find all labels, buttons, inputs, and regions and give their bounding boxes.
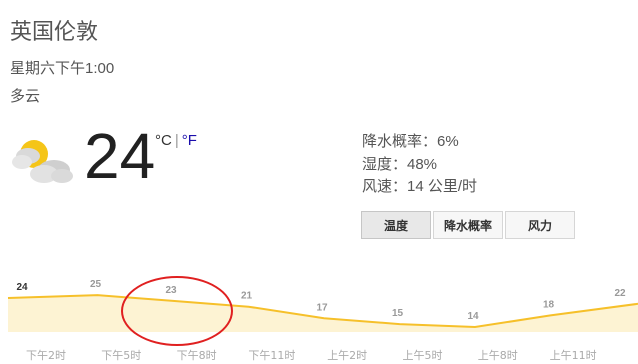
x-tick-label: 上午5时 (403, 349, 443, 362)
x-tick-label: 下午5时 (101, 349, 141, 362)
x-tick-label: 下午2时 (26, 349, 66, 362)
temperature-chart-svg: 24 2523211715 141822下午2时 下午5时 下午8时 下午11时 上午2时上… (7, 279, 638, 362)
value-label: 21 (241, 291, 253, 302)
value-label: 24 (16, 282, 28, 293)
x-tick-label: 上午11时 (550, 349, 597, 362)
tab-temperature[interactable]: 温度 (361, 211, 431, 239)
fahrenheit-unit[interactable]: °F (182, 132, 197, 149)
unit-separator: | (174, 132, 179, 149)
wind-speed: 风速：14 公里/时 (362, 178, 478, 195)
weather-condition: 多云 (10, 88, 41, 105)
value-label: 14 (467, 311, 479, 322)
value-label: 22 (614, 288, 626, 299)
precipitation-chance: 降水概率：6% (362, 133, 459, 150)
x-tick-label: 下午8时 (177, 349, 217, 362)
x-tick-label: 下午11时 (248, 349, 295, 362)
value-label: 15 (392, 308, 404, 319)
current-temperature: 24 (84, 120, 156, 192)
value-label: 18 (543, 299, 555, 310)
chart-tabs: 温度 降水概率 风力 (361, 211, 577, 239)
celsius-unit[interactable]: °C (155, 132, 172, 149)
location-title: 英国伦敦 (10, 19, 99, 44)
partly-cloudy-icon (8, 132, 74, 188)
red-annotation-circle (121, 276, 233, 346)
weather-details: 降水概率：6% 湿度：48% 风速：14 公里/时 (362, 130, 477, 198)
x-tick-label: 上午2时 (327, 349, 367, 362)
date-time: 星期六下午1:00 (10, 60, 115, 77)
tab-wind[interactable]: 风力 (505, 211, 575, 239)
humidity: 湿度：48% (362, 155, 438, 173)
x-tick-label: 上午8时 (478, 349, 518, 362)
value-label: 17 (316, 302, 328, 313)
value-label: 25 (90, 279, 102, 290)
tab-precipitation[interactable]: 降水概率 (433, 211, 503, 239)
temperature-chart: 24 25 23 21 17 15 14 18 22 下午2时 下午5时 下午8时 下午11时 上午2时上… (0, 270, 638, 364)
unit-toggle: °C | °F (155, 132, 197, 149)
